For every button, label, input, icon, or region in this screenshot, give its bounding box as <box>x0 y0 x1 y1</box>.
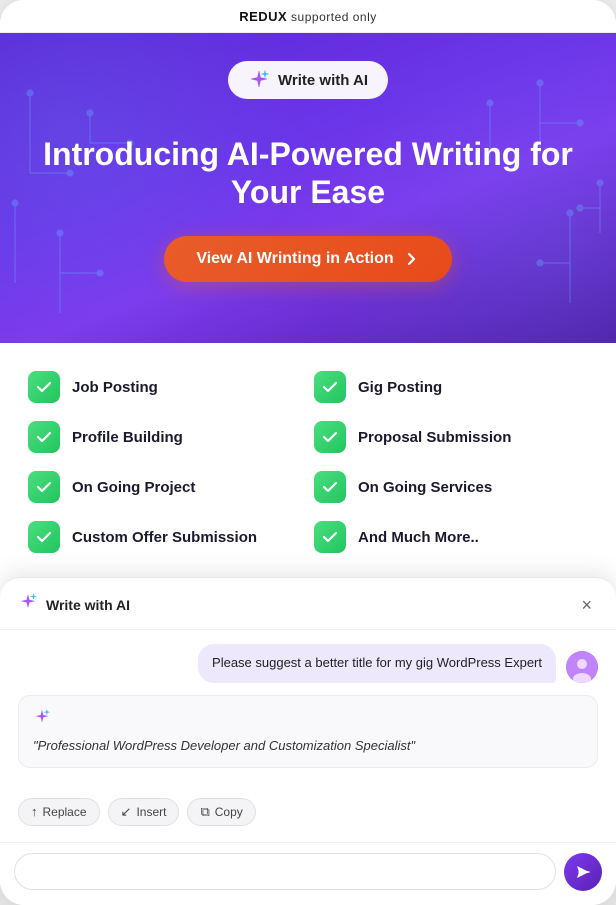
feature-custom-offer: Custom Offer Submission <box>28 521 302 553</box>
hero-title: Introducing AI-Powered Writing for Your … <box>30 135 586 212</box>
chat-messages: Please suggest a better title for my gig… <box>0 630 616 842</box>
send-button[interactable] <box>564 853 602 891</box>
user-message-bubble: Please suggest a better title for my gig… <box>198 644 556 683</box>
copy-button[interactable]: ⧉ Copy <box>187 798 255 826</box>
ai-response-header <box>33 708 583 731</box>
cta-button[interactable]: View AI Wrinting in Action <box>164 236 451 282</box>
features-section: Job Posting Gig Posting Profile Building… <box>0 343 616 573</box>
chat-sparkle-icon <box>18 592 38 617</box>
feature-label-and-more: And Much More.. <box>358 529 479 546</box>
insert-icon: ↙ <box>121 804 132 820</box>
check-icon <box>314 521 346 553</box>
write-ai-badge: Write with AI <box>228 61 388 99</box>
user-message-row: Please suggest a better title for my gig… <box>18 644 598 683</box>
action-buttons-row: ↑ Replace ↙ Insert ⧉ Copy <box>18 798 598 832</box>
feature-label-proposal-submission: Proposal Submission <box>358 429 511 446</box>
chat-input-row <box>0 842 616 905</box>
replace-button[interactable]: ↑ Replace <box>18 798 100 826</box>
feature-label-ongoing-project: On Going Project <box>72 479 195 496</box>
chat-input-field[interactable] <box>14 853 556 890</box>
badge-label: Write with AI <box>278 72 368 89</box>
feature-profile-building: Profile Building <box>28 421 302 453</box>
feature-label-gig-posting: Gig Posting <box>358 379 442 396</box>
chat-panel: Write with AI × Please suggest a better … <box>0 577 616 905</box>
feature-label-job-posting: Job Posting <box>72 379 158 396</box>
feature-label-profile-building: Profile Building <box>72 429 183 446</box>
feature-and-more: And Much More.. <box>314 521 588 553</box>
chat-close-button[interactable]: × <box>575 594 598 616</box>
features-grid: Job Posting Gig Posting Profile Building… <box>28 371 588 553</box>
ai-sparkle-icon <box>33 708 51 731</box>
app-frame: REDUX supported only <box>0 0 616 905</box>
ai-response-card: "Professional WordPress Developer and Cu… <box>18 695 598 768</box>
chat-title: Write with AI <box>46 597 130 613</box>
ai-response-text: "Professional WordPress Developer and Cu… <box>33 738 415 753</box>
hero-section: Write with AI Introducing AI-Powered Wri… <box>0 33 616 343</box>
chat-header: Write with AI × <box>0 578 616 630</box>
check-icon <box>314 421 346 453</box>
replace-icon: ↑ <box>31 804 38 819</box>
check-icon <box>314 371 346 403</box>
check-icon <box>28 471 60 503</box>
top-banner: REDUX supported only <box>0 0 616 33</box>
feature-job-posting: Job Posting <box>28 371 302 403</box>
redux-brand: REDUX <box>239 9 287 24</box>
feature-gig-posting: Gig Posting <box>314 371 588 403</box>
check-icon <box>314 471 346 503</box>
sparkle-icon <box>248 69 270 91</box>
banner-text: REDUX supported only <box>239 10 377 24</box>
feature-label-ongoing-services: On Going Services <box>358 479 492 496</box>
send-icon <box>574 863 592 881</box>
chevron-right-icon <box>402 250 420 268</box>
insert-button[interactable]: ↙ Insert <box>108 798 180 826</box>
feature-proposal-submission: Proposal Submission <box>314 421 588 453</box>
check-icon <box>28 521 60 553</box>
check-icon <box>28 371 60 403</box>
copy-icon: ⧉ <box>200 804 209 820</box>
feature-label-custom-offer: Custom Offer Submission <box>72 529 257 546</box>
feature-ongoing-project: On Going Project <box>28 471 302 503</box>
feature-ongoing-services: On Going Services <box>314 471 588 503</box>
chat-header-left: Write with AI <box>18 592 130 617</box>
check-icon <box>28 421 60 453</box>
user-avatar <box>566 651 598 683</box>
